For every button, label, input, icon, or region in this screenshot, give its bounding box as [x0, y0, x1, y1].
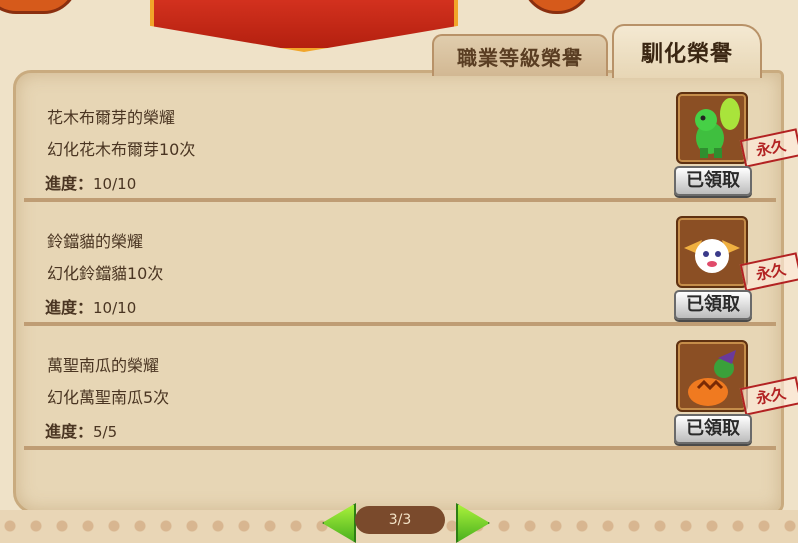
progress-value: 10/10	[93, 299, 137, 317]
bell-cat-icon	[676, 216, 748, 288]
honor-description: 幻化鈴鐺貓10次	[47, 264, 164, 283]
banner-ornament-left	[0, 0, 78, 14]
halloween-pumpkin-icon	[676, 340, 748, 412]
claimed-button[interactable]: 已領取	[674, 166, 752, 196]
permanent-stamp: 永久	[739, 252, 798, 292]
honor-progress: 進度：5/5	[45, 418, 117, 442]
honor-row: 花木布爾芽的榮耀 幻化花木布爾芽10次 進度：10/10 永久 已領取	[24, 78, 798, 202]
claimed-button[interactable]: 已領取	[674, 290, 752, 320]
tab-taming-honor[interactable]: 馴化榮譽	[612, 24, 762, 78]
permanent-stamp: 永久	[739, 376, 798, 416]
honor-title: 鈴鐺貓的榮耀	[47, 232, 144, 251]
honor-list: 花木布爾芽的榮耀 幻化花木布爾芽10次 進度：10/10 永久 已領取 鈴鐺貓的…	[24, 78, 798, 450]
honor-row: 萬聖南瓜的榮耀 幻化萬聖南瓜5次 進度：5/5 永久 已領取	[24, 326, 798, 450]
page-indicator: 3/3	[355, 506, 445, 534]
progress-value: 10/10	[93, 175, 137, 193]
permanent-stamp: 永久	[739, 128, 798, 168]
honor-description: 幻化萬聖南瓜5次	[47, 388, 170, 407]
honor-progress: 進度：10/10	[45, 294, 136, 318]
progress-label: 進度：	[45, 174, 94, 193]
title-banner	[150, 0, 458, 52]
progress-value: 5/5	[93, 423, 118, 441]
banner-ornament-right	[522, 0, 592, 14]
progress-label: 進度：	[45, 298, 94, 317]
green-dragon-icon	[676, 92, 748, 164]
claimed-button[interactable]: 已領取	[674, 414, 752, 444]
honor-description: 幻化花木布爾芽10次	[47, 140, 196, 159]
tab-job-level-honor[interactable]: 職業等級榮譽	[432, 34, 608, 76]
honor-row: 鈴鐺貓的榮耀 幻化鈴鐺貓10次 進度：10/10 永久 已領取	[24, 202, 798, 326]
honor-progress: 進度：10/10	[45, 170, 136, 194]
honor-title: 萬聖南瓜的榮耀	[47, 356, 160, 375]
progress-label: 進度：	[45, 422, 94, 441]
honor-title: 花木布爾芽的榮耀	[47, 108, 176, 127]
